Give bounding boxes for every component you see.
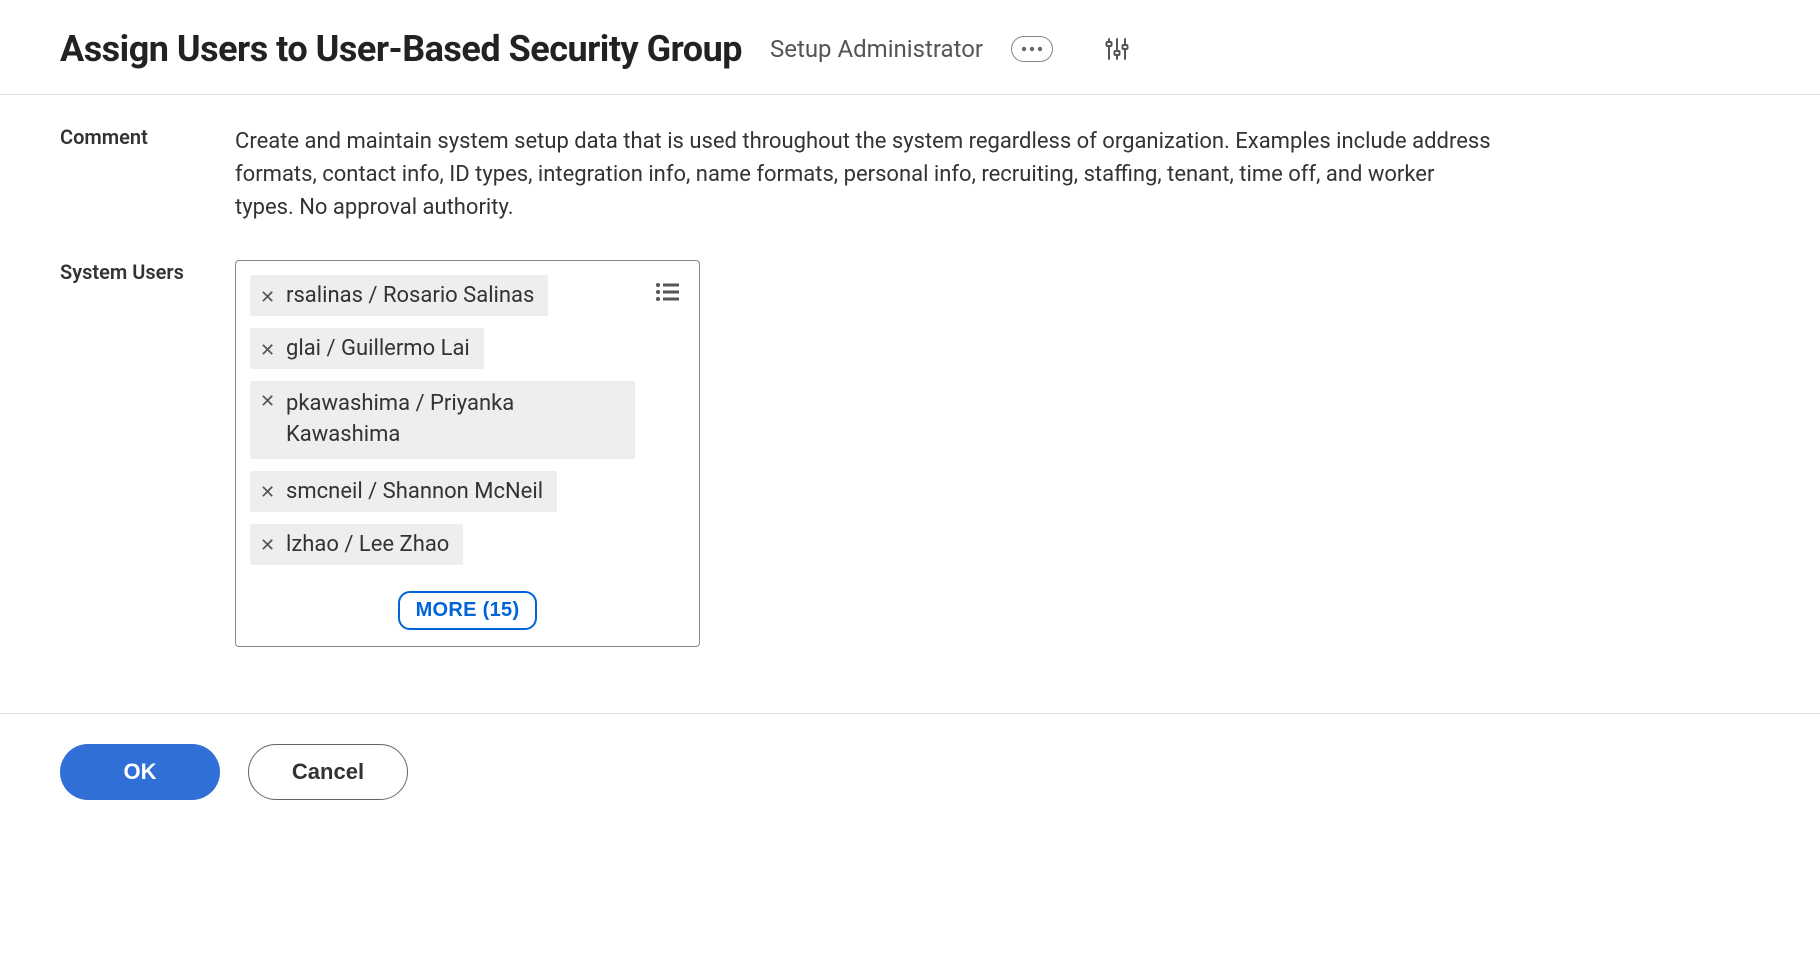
ok-button[interactable]: OK xyxy=(60,744,220,800)
user-chip: ✕ rsalinas / Rosario Salinas xyxy=(250,275,548,316)
settings-button[interactable] xyxy=(1101,33,1133,65)
system-users-label: System Users xyxy=(60,260,235,284)
remove-user-icon[interactable]: ✕ xyxy=(260,342,276,360)
user-chip-label: rsalinas / Rosario Salinas xyxy=(286,283,534,308)
user-chip-label: smcneil / Shannon McNeil xyxy=(286,479,543,504)
system-users-input[interactable]: ✕ rsalinas / Rosario Salinas ✕ glai / Gu… xyxy=(235,260,700,647)
user-chip-label: pkawashima / Priyanka Kawashima xyxy=(286,389,621,451)
comment-label: Comment xyxy=(60,125,235,149)
footer-actions: OK Cancel xyxy=(0,713,1820,830)
more-users-button[interactable]: MORE (15) xyxy=(398,591,538,630)
page-subtitle: Setup Administrator xyxy=(770,35,983,63)
remove-user-icon[interactable]: ✕ xyxy=(260,393,276,411)
cancel-button[interactable]: Cancel xyxy=(248,744,408,800)
list-icon xyxy=(655,281,681,303)
system-users-row: System Users ✕ rsalinas / R xyxy=(60,260,1760,647)
form-body: Comment Create and maintain system setup… xyxy=(0,95,1820,713)
user-chip: ✕ pkawashima / Priyanka Kawashima xyxy=(250,381,635,459)
user-chip: ✕ glai / Guillermo Lai xyxy=(250,328,484,369)
ellipsis-icon xyxy=(1021,46,1043,52)
user-chip-label: glai / Guillermo Lai xyxy=(286,336,470,361)
user-chip: ✕ smcneil / Shannon McNeil xyxy=(250,471,557,512)
remove-user-icon[interactable]: ✕ xyxy=(260,289,276,307)
remove-user-icon[interactable]: ✕ xyxy=(260,537,276,555)
comment-text: Create and maintain system setup data th… xyxy=(235,125,1495,224)
user-chip-label: lzhao / Lee Zhao xyxy=(286,532,449,557)
page-title: Assign Users to User-Based Security Grou… xyxy=(60,28,742,70)
sliders-icon xyxy=(1104,36,1130,62)
remove-user-icon[interactable]: ✕ xyxy=(260,484,276,502)
related-actions-button[interactable] xyxy=(1011,36,1053,62)
prompt-list-button[interactable] xyxy=(653,277,683,307)
user-chips: ✕ rsalinas / Rosario Salinas ✕ glai / Gu… xyxy=(250,275,685,630)
comment-row: Comment Create and maintain system setup… xyxy=(60,125,1760,224)
page-header: Assign Users to User-Based Security Grou… xyxy=(0,0,1820,95)
user-chip: ✕ lzhao / Lee Zhao xyxy=(250,524,463,565)
